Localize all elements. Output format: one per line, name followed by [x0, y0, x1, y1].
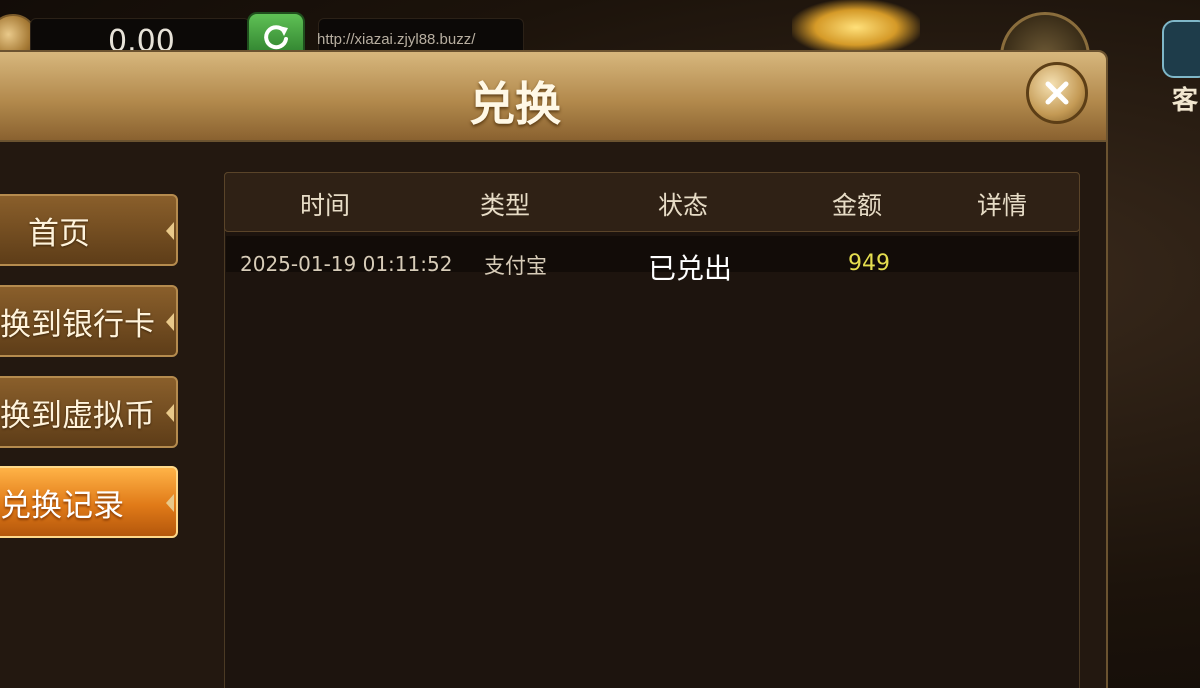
- menu-item-label: 换到银行卡: [0, 306, 155, 343]
- menu-item-label: 首页: [28, 215, 90, 252]
- menu-item-label: 换到虚拟币: [0, 397, 155, 434]
- chevron-left-icon: [166, 494, 174, 512]
- chevron-left-icon: [166, 404, 174, 422]
- close-button[interactable]: [1026, 62, 1088, 124]
- menu-item-label: 兑换记录: [0, 487, 124, 524]
- cell-type: 支付宝: [484, 254, 547, 278]
- menu-item-home[interactable]: 首页: [0, 194, 178, 266]
- customer-service-label[interactable]: 客: [1172, 80, 1198, 117]
- cell-status: 已兑出: [648, 252, 733, 285]
- chevron-left-icon: [166, 222, 174, 240]
- cell-amount: 949: [848, 251, 890, 276]
- menu-item-bank-card[interactable]: 换到银行卡: [0, 285, 178, 357]
- menu-item-exchange-records[interactable]: 兑换记录: [0, 466, 178, 538]
- column-header-status: 状态: [658, 191, 709, 220]
- column-header-time: 时间: [300, 191, 351, 220]
- column-header-amount: 金额: [832, 191, 883, 220]
- column-header-detail: 详情: [977, 191, 1028, 220]
- refresh-icon: [264, 25, 288, 50]
- close-icon: [1045, 81, 1069, 105]
- dialog-title: 兑换: [469, 77, 561, 131]
- download-url[interactable]: http://xiazai.zjyl88.buzz/: [317, 31, 475, 48]
- cell-time: 2025-01-19 01:11:52: [240, 252, 453, 276]
- customer-service-icon[interactable]: [1162, 20, 1200, 78]
- column-header-type: 类型: [480, 191, 531, 220]
- gold-pot-icon[interactable]: [792, 0, 920, 55]
- table-header: [224, 172, 1080, 232]
- menu-item-crypto[interactable]: 换到虚拟币: [0, 376, 178, 448]
- chevron-left-icon: [166, 313, 174, 331]
